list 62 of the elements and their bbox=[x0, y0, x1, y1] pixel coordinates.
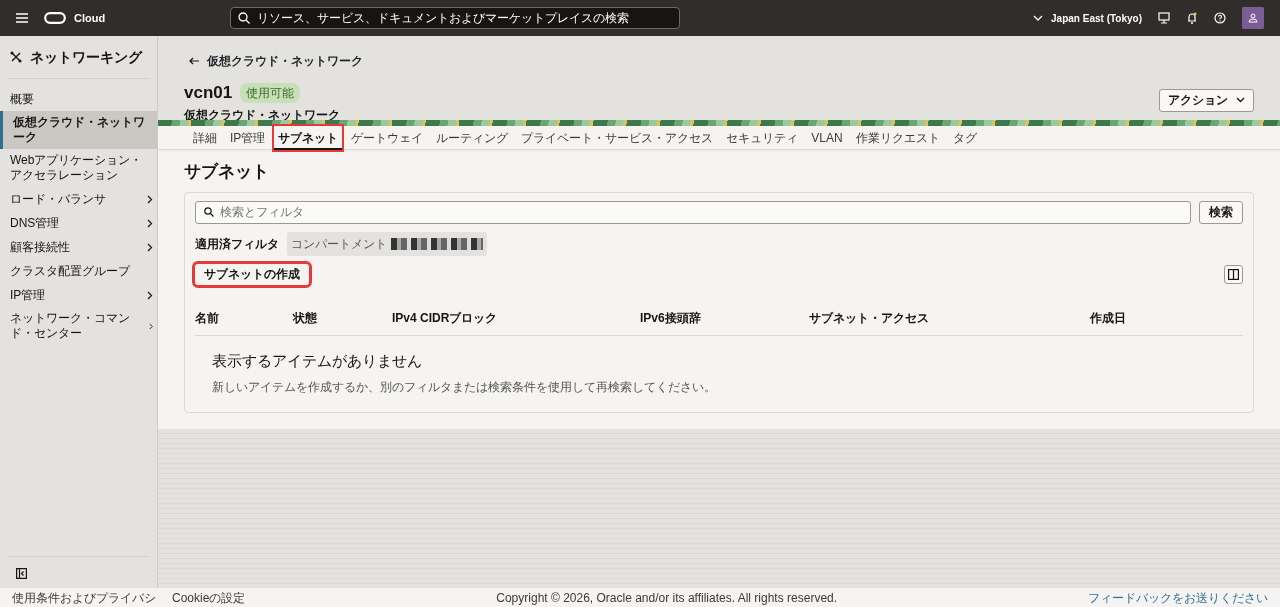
logo-icon[interactable] bbox=[44, 12, 66, 24]
sidebar-item[interactable]: IP管理 bbox=[0, 283, 157, 307]
chevron-right-icon bbox=[147, 218, 153, 228]
sidebar-item[interactable]: 顧客接続性 bbox=[0, 235, 157, 259]
sidebar-item[interactable]: ロード・バランサ bbox=[0, 187, 157, 211]
tab[interactable]: ゲートウェイ bbox=[347, 125, 428, 150]
tab[interactable]: IP管理 bbox=[226, 125, 270, 150]
filter-chip[interactable]: コンパートメント bbox=[287, 231, 487, 256]
columns-icon bbox=[1228, 268, 1239, 280]
column-header[interactable]: IPv6接頭辞 bbox=[640, 308, 809, 327]
sidebar-item[interactable]: ネットワーク・コマンド・センター bbox=[0, 307, 157, 345]
collapse-panel-icon[interactable] bbox=[16, 567, 27, 579]
search-filter-field[interactable]: 検索とフィルタ bbox=[195, 200, 1191, 224]
back-arrow-icon[interactable] bbox=[189, 57, 199, 65]
user-avatar-icon[interactable] bbox=[1242, 7, 1264, 29]
page-title: vcn01 bbox=[184, 82, 233, 104]
tab[interactable]: 詳細 bbox=[189, 125, 221, 150]
monitor-icon[interactable] bbox=[1158, 12, 1170, 24]
empty-state-message: 新しいアイテムを作成するか、別のフィルタまたは検索条件を使用して再検索してください。 bbox=[212, 379, 717, 396]
brand-name: Cloud bbox=[74, 10, 106, 26]
chevron-right-icon bbox=[147, 290, 153, 300]
create-subnet-button[interactable]: サブネットの作成 bbox=[195, 263, 309, 285]
chevron-right-icon bbox=[148, 321, 153, 331]
column-header[interactable]: 名前 bbox=[195, 308, 293, 327]
status-badge: 使用可能 bbox=[240, 82, 301, 103]
tab[interactable]: タグ bbox=[948, 125, 981, 150]
tab[interactable]: 作業リクエスト bbox=[851, 125, 944, 150]
column-header[interactable]: サブネット・アクセス bbox=[809, 308, 1090, 327]
actions-dropdown[interactable]: アクション bbox=[1159, 88, 1254, 112]
help-icon[interactable] bbox=[1214, 12, 1226, 24]
tab[interactable]: プライベート・サービス・アクセス bbox=[517, 125, 718, 150]
search-button[interactable]: 検索 bbox=[1199, 200, 1243, 224]
sidebar-item[interactable]: Webアプリケーション・アクセラレーション bbox=[0, 149, 157, 187]
applied-filters-label: 適用済フィルタ bbox=[195, 235, 279, 253]
copyright-text: Copyright © 2026, Oracle and/or its affiliates. All rights reserved. bbox=[496, 589, 838, 607]
search-field[interactable]: リソース、サービス、ドキュメントおよびマーケットプレイスの検索 bbox=[230, 7, 681, 29]
chevron-down-icon bbox=[1236, 97, 1245, 103]
sidebar-item[interactable]: 概要 bbox=[0, 87, 157, 111]
sidebar-item[interactable]: 仮想クラウド・ネットワーク bbox=[0, 111, 157, 149]
sidebar-item[interactable]: DNS管理 bbox=[0, 211, 157, 235]
column-header[interactable]: 状態 bbox=[293, 308, 392, 327]
columns-button[interactable] bbox=[1224, 264, 1243, 284]
sidebar-title: ネットワーキング bbox=[30, 47, 142, 67]
feedback-link[interactable]: フィードバックをお送りください bbox=[1088, 588, 1268, 607]
bell-icon[interactable] bbox=[1186, 12, 1198, 24]
section-title: サブネット bbox=[183, 161, 270, 183]
chevron-right-icon bbox=[147, 242, 153, 252]
tab[interactable]: VLAN bbox=[807, 125, 847, 150]
tab[interactable]: セキュリティ bbox=[722, 125, 803, 150]
tab[interactable]: サブネット bbox=[274, 125, 343, 150]
sidebar-item[interactable]: クラスタ配置グループ bbox=[0, 259, 157, 283]
empty-state-title: 表示するアイテムがありません bbox=[212, 350, 423, 372]
column-header[interactable]: 作成日 bbox=[1090, 308, 1243, 327]
menu-icon[interactable] bbox=[16, 13, 28, 23]
region-selector[interactable]: Japan East (Tokyo) bbox=[1033, 10, 1142, 26]
footer-link[interactable]: Cookieの設定 bbox=[172, 588, 246, 607]
chevron-down-icon bbox=[1033, 15, 1044, 21]
tab[interactable]: ルーティング bbox=[432, 125, 513, 150]
footer-link[interactable]: 使用条件およびプライバシ bbox=[12, 588, 156, 607]
column-header[interactable]: IPv4 CIDRブロック bbox=[392, 308, 640, 327]
chevron-right-icon bbox=[147, 194, 153, 204]
breadcrumb-link[interactable]: 仮想クラウド・ネットワーク bbox=[207, 52, 363, 70]
